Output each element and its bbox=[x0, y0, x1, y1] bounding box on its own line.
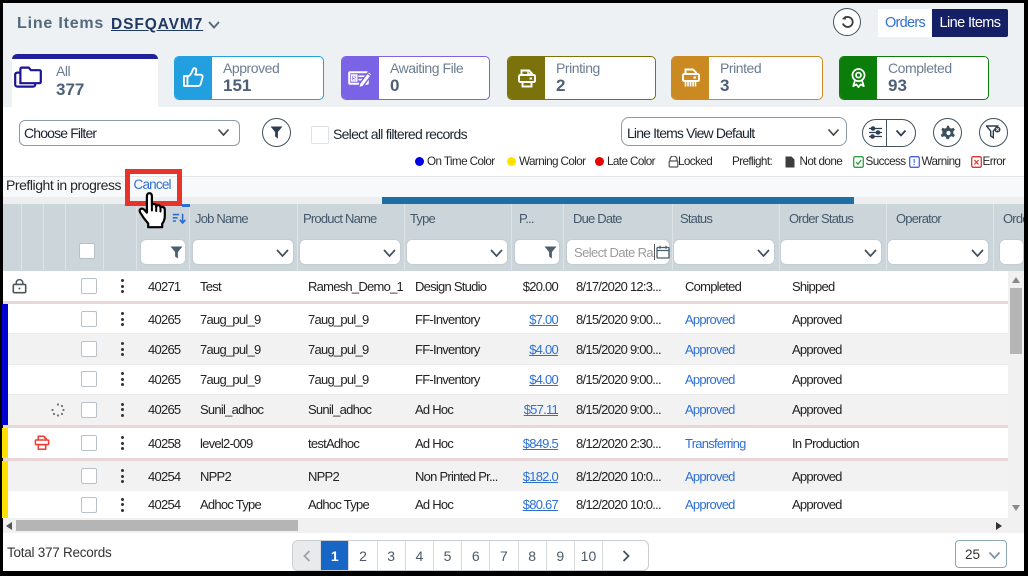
svg-text:!: ! bbox=[913, 157, 916, 167]
svg-text:$: $ bbox=[353, 75, 357, 82]
